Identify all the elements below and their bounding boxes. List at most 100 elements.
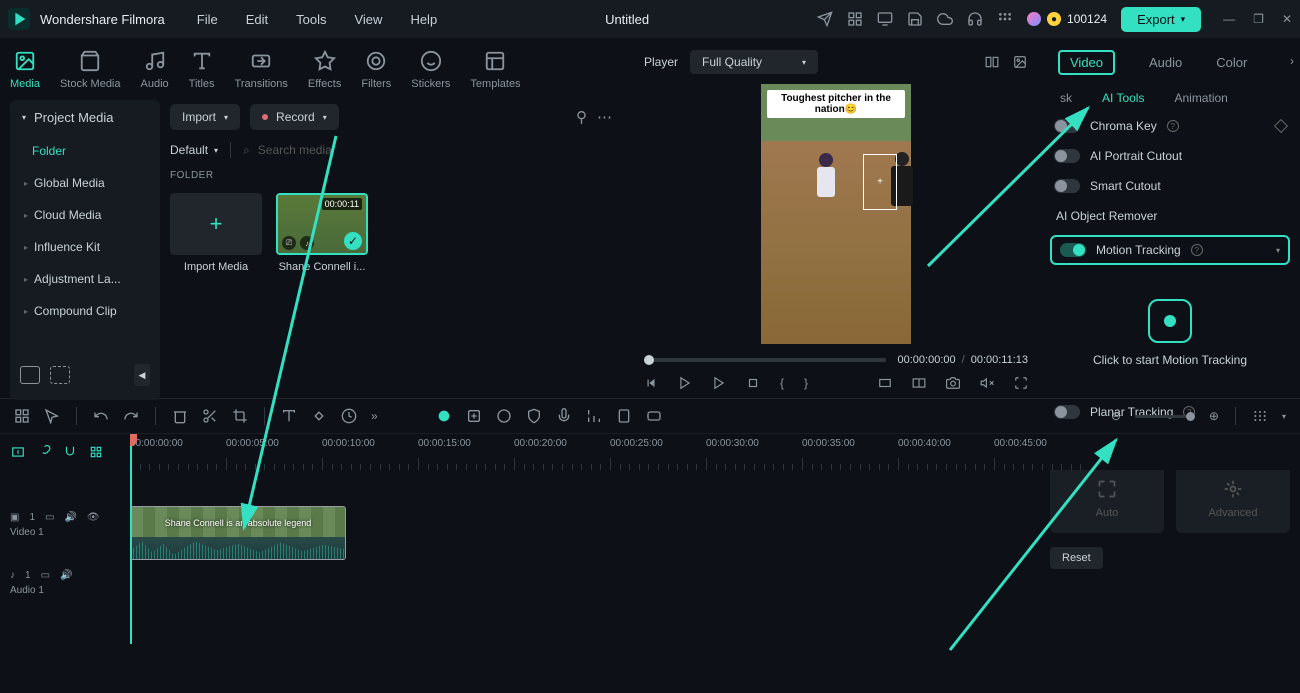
- credits[interactable]: ● 100124: [1027, 12, 1107, 26]
- tab-audio[interactable]: Audio: [1149, 55, 1182, 70]
- help-icon[interactable]: ?: [1191, 244, 1203, 256]
- redo-icon[interactable]: [123, 408, 139, 424]
- new-bin-icon[interactable]: [20, 366, 40, 384]
- keyframe2-icon[interactable]: [311, 408, 327, 424]
- tab-stickers[interactable]: Stickers: [411, 50, 450, 90]
- tab-stock-media[interactable]: Stock Media: [60, 50, 121, 90]
- headphones-icon[interactable]: [967, 11, 983, 27]
- tab-audio[interactable]: Audio: [141, 50, 169, 90]
- sort-default[interactable]: Default▾: [170, 143, 218, 157]
- text-icon[interactable]: [281, 408, 297, 424]
- scrub-bar[interactable]: [644, 358, 886, 362]
- row-ai-object-remover[interactable]: AI Object Remover: [1050, 201, 1290, 231]
- menu-view[interactable]: View: [354, 12, 382, 27]
- help-icon[interactable]: ?: [1167, 120, 1179, 132]
- row-planar-tracking[interactable]: Planar Tracking?: [1050, 397, 1290, 427]
- sidebar-cloud-media[interactable]: ▸Cloud Media: [10, 199, 160, 231]
- toggle-portrait[interactable]: [1054, 149, 1080, 163]
- tab-filters[interactable]: Filters: [361, 50, 391, 90]
- menu-tools[interactable]: Tools: [296, 12, 326, 27]
- record-button[interactable]: Record▾: [250, 104, 339, 130]
- tab-video[interactable]: Video: [1058, 50, 1115, 75]
- subtab-ai-tools[interactable]: AI Tools: [1102, 91, 1144, 105]
- delete-icon[interactable]: [172, 408, 188, 424]
- prev-frame-icon[interactable]: [644, 376, 658, 390]
- tab-effects[interactable]: Effects: [308, 50, 341, 90]
- toggle-smart-cutout[interactable]: [1054, 179, 1080, 193]
- mute-track-icon[interactable]: 🔊: [60, 570, 72, 581]
- tab-media[interactable]: Media: [10, 50, 40, 90]
- motion-tracking-start-icon[interactable]: [1148, 299, 1192, 343]
- snapshot-icon[interactable]: [946, 376, 960, 390]
- motion-tracking-cta[interactable]: Click to start Motion Tracking: [1093, 353, 1247, 367]
- sidebar-global-media[interactable]: ▸Global Media: [10, 167, 160, 199]
- shield-icon[interactable]: [526, 408, 542, 424]
- timeline-clip[interactable]: Shane Connell is an absolute legend: [130, 506, 346, 560]
- track-add-icon[interactable]: [10, 445, 26, 459]
- magnet-icon[interactable]: [62, 445, 78, 459]
- play-icon[interactable]: [678, 376, 692, 390]
- compare2-icon[interactable]: [912, 376, 926, 390]
- search-input[interactable]: ⌕Search media: [243, 143, 332, 158]
- export-button[interactable]: Export▾: [1121, 7, 1201, 32]
- playhead[interactable]: [130, 434, 132, 644]
- cut-icon[interactable]: [202, 408, 218, 424]
- multicam-icon[interactable]: [88, 445, 104, 459]
- sidebar-project-media[interactable]: ▾Project Media: [10, 100, 160, 135]
- menu-file[interactable]: File: [197, 12, 218, 27]
- row-smart-cutout[interactable]: Smart Cutout: [1050, 171, 1290, 201]
- tab-templates[interactable]: Templates: [470, 50, 520, 90]
- tab-titles[interactable]: Titles: [189, 50, 215, 90]
- sidebar-compound-clip[interactable]: ▸Compound Clip: [10, 295, 160, 327]
- video-track-head[interactable]: ▣1▭🔊👁 Video 1: [0, 506, 130, 564]
- send-icon[interactable]: [817, 11, 833, 27]
- mute-track-icon[interactable]: 🔊: [64, 512, 76, 523]
- apps2-icon[interactable]: [14, 408, 30, 424]
- subtab-animation[interactable]: Animation: [1174, 91, 1227, 105]
- media-clip[interactable]: 00:00:11 ⎚♪ ✓ Shane Connell i...: [276, 193, 368, 273]
- enhance-icon[interactable]: [466, 408, 482, 424]
- row-ai-portrait[interactable]: AI Portrait Cutout: [1050, 141, 1290, 171]
- folder-icon[interactable]: ▭: [41, 570, 50, 581]
- video-preview[interactable]: Toughest pitcher in the nation😊: [761, 84, 911, 344]
- tab-transitions[interactable]: Transitions: [235, 50, 288, 90]
- menu-help[interactable]: Help: [410, 12, 437, 27]
- cloud-icon[interactable]: [937, 11, 953, 27]
- tab-color[interactable]: Color: [1216, 55, 1247, 70]
- close-icon[interactable]: ✕: [1282, 12, 1292, 26]
- stop-icon[interactable]: [746, 376, 760, 390]
- keyframe-icon[interactable]: [1274, 119, 1288, 133]
- ai-icon[interactable]: [436, 408, 452, 424]
- picture-icon[interactable]: [1012, 55, 1028, 69]
- tracking-box[interactable]: [863, 154, 897, 210]
- mixer-icon[interactable]: [586, 408, 602, 424]
- apps-icon[interactable]: [997, 11, 1013, 27]
- subtab-basic-cut[interactable]: sk: [1060, 91, 1072, 105]
- folder-icon[interactable]: ▭: [45, 512, 54, 523]
- toggle-chroma[interactable]: [1054, 119, 1080, 133]
- toggle-planar[interactable]: [1054, 405, 1080, 419]
- save-icon[interactable]: [907, 11, 923, 27]
- more-icon[interactable]: ⋯: [597, 108, 612, 126]
- monitor-icon[interactable]: [877, 11, 893, 27]
- sidebar-folder[interactable]: Folder: [10, 135, 160, 167]
- import-button[interactable]: Import▾: [170, 104, 240, 130]
- mute-icon[interactable]: [980, 376, 994, 390]
- more-tools-icon[interactable]: »: [371, 409, 378, 423]
- audio-track-head[interactable]: ♪1▭🔊 Audio 1: [0, 564, 130, 622]
- marker-icon[interactable]: [616, 408, 632, 424]
- more-panels-icon[interactable]: ›: [1290, 54, 1294, 68]
- mark-in-icon[interactable]: {: [780, 376, 784, 390]
- new-folder-icon[interactable]: [50, 366, 70, 384]
- collapse-sidebar-icon[interactable]: ◀: [134, 364, 150, 386]
- zoom-slider[interactable]: [1135, 415, 1195, 418]
- quality-dropdown[interactable]: Full Quality▾: [690, 50, 818, 74]
- maximize-icon[interactable]: ❐: [1253, 12, 1264, 26]
- aspect-icon[interactable]: [878, 376, 892, 390]
- mic-icon[interactable]: [556, 408, 572, 424]
- menu-edit[interactable]: Edit: [246, 12, 268, 27]
- row-chroma-key[interactable]: Chroma Key?: [1050, 111, 1290, 141]
- row-motion-tracking[interactable]: Motion Tracking?▾: [1050, 235, 1290, 265]
- cursor-icon[interactable]: [44, 408, 60, 424]
- eye-icon[interactable]: 👁: [87, 512, 100, 523]
